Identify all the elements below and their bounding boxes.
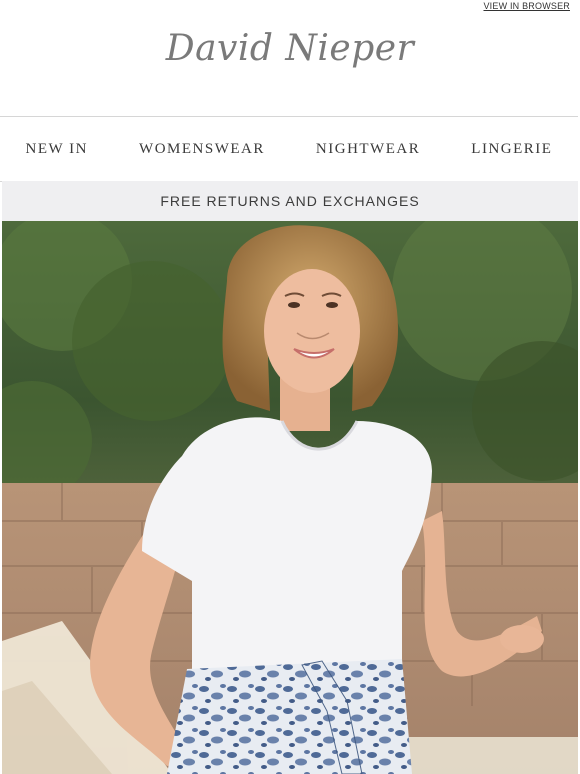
- view-in-browser-link[interactable]: VIEW IN BROWSER: [483, 1, 570, 11]
- nav-item-womenswear[interactable]: WOMENSWEAR: [139, 141, 265, 158]
- hero-image[interactable]: [2, 221, 578, 774]
- brand-logo[interactable]: David Nieper: [0, 28, 580, 69]
- nav-item-nightwear[interactable]: NIGHTWEAR: [316, 141, 420, 158]
- hero-illustration: [2, 221, 578, 774]
- main-nav: NEW IN WOMENSWEAR NIGHTWEAR LINGERIE: [0, 116, 578, 182]
- nav-item-new-in[interactable]: NEW IN: [26, 141, 88, 158]
- free-returns-banner[interactable]: FREE RETURNS AND EXCHANGES: [2, 181, 578, 221]
- nav-item-lingerie[interactable]: LINGERIE: [471, 141, 552, 158]
